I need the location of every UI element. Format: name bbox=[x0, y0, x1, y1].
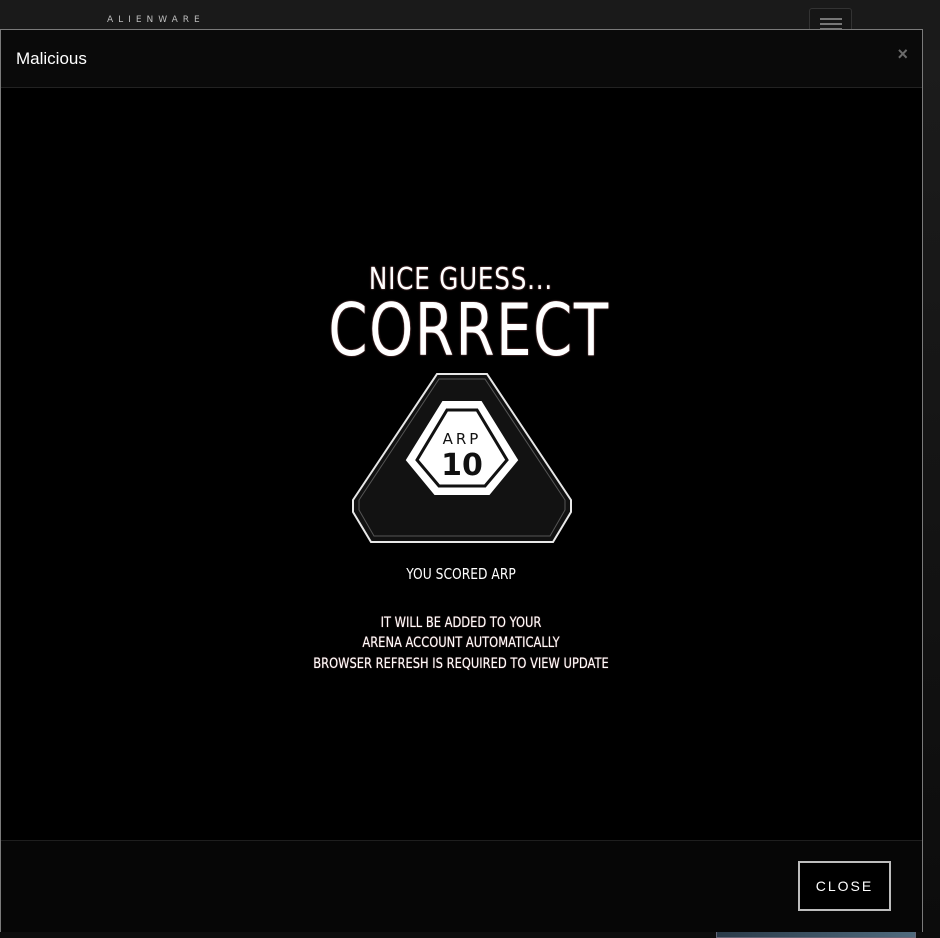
result-graphic: NICE GUESS... CORRECT ARP 10 YOU SCORED … bbox=[291, 258, 631, 672]
arp-badge-icon: ARP 10 bbox=[352, 373, 572, 543]
alienware-logo[interactable]: ALIENWARE bbox=[107, 15, 205, 25]
menu-bar-icon bbox=[820, 23, 842, 25]
info-line: ARENA ACCOUNT AUTOMATICALLY bbox=[362, 635, 560, 651]
modal-footer: CLOSE bbox=[1, 840, 922, 932]
modal-body: NICE GUESS... CORRECT ARP 10 YOU SCORED … bbox=[1, 88, 922, 840]
arp-unit-text: ARP bbox=[443, 430, 482, 448]
modal-title: Malicious bbox=[16, 49, 87, 68]
arp-points-text: 10 bbox=[441, 448, 483, 483]
info-line: BROWSER REFRESH IS REQUIRED TO VIEW UPDA… bbox=[313, 656, 609, 672]
menu-bar-icon bbox=[820, 18, 842, 20]
result-modal: Malicious × NICE GUESS... CORRECT ARP 10… bbox=[0, 29, 923, 932]
close-button[interactable]: CLOSE bbox=[798, 861, 891, 911]
info-line: IT WILL BE ADDED TO YOUR bbox=[380, 615, 542, 631]
modal-header: Malicious × bbox=[1, 30, 922, 88]
badge-label: YOU SCORED ARP bbox=[406, 565, 516, 583]
headline-correct: CORRECT bbox=[328, 288, 610, 372]
background-page-edge bbox=[922, 50, 940, 938]
close-icon[interactable]: × bbox=[897, 45, 908, 63]
